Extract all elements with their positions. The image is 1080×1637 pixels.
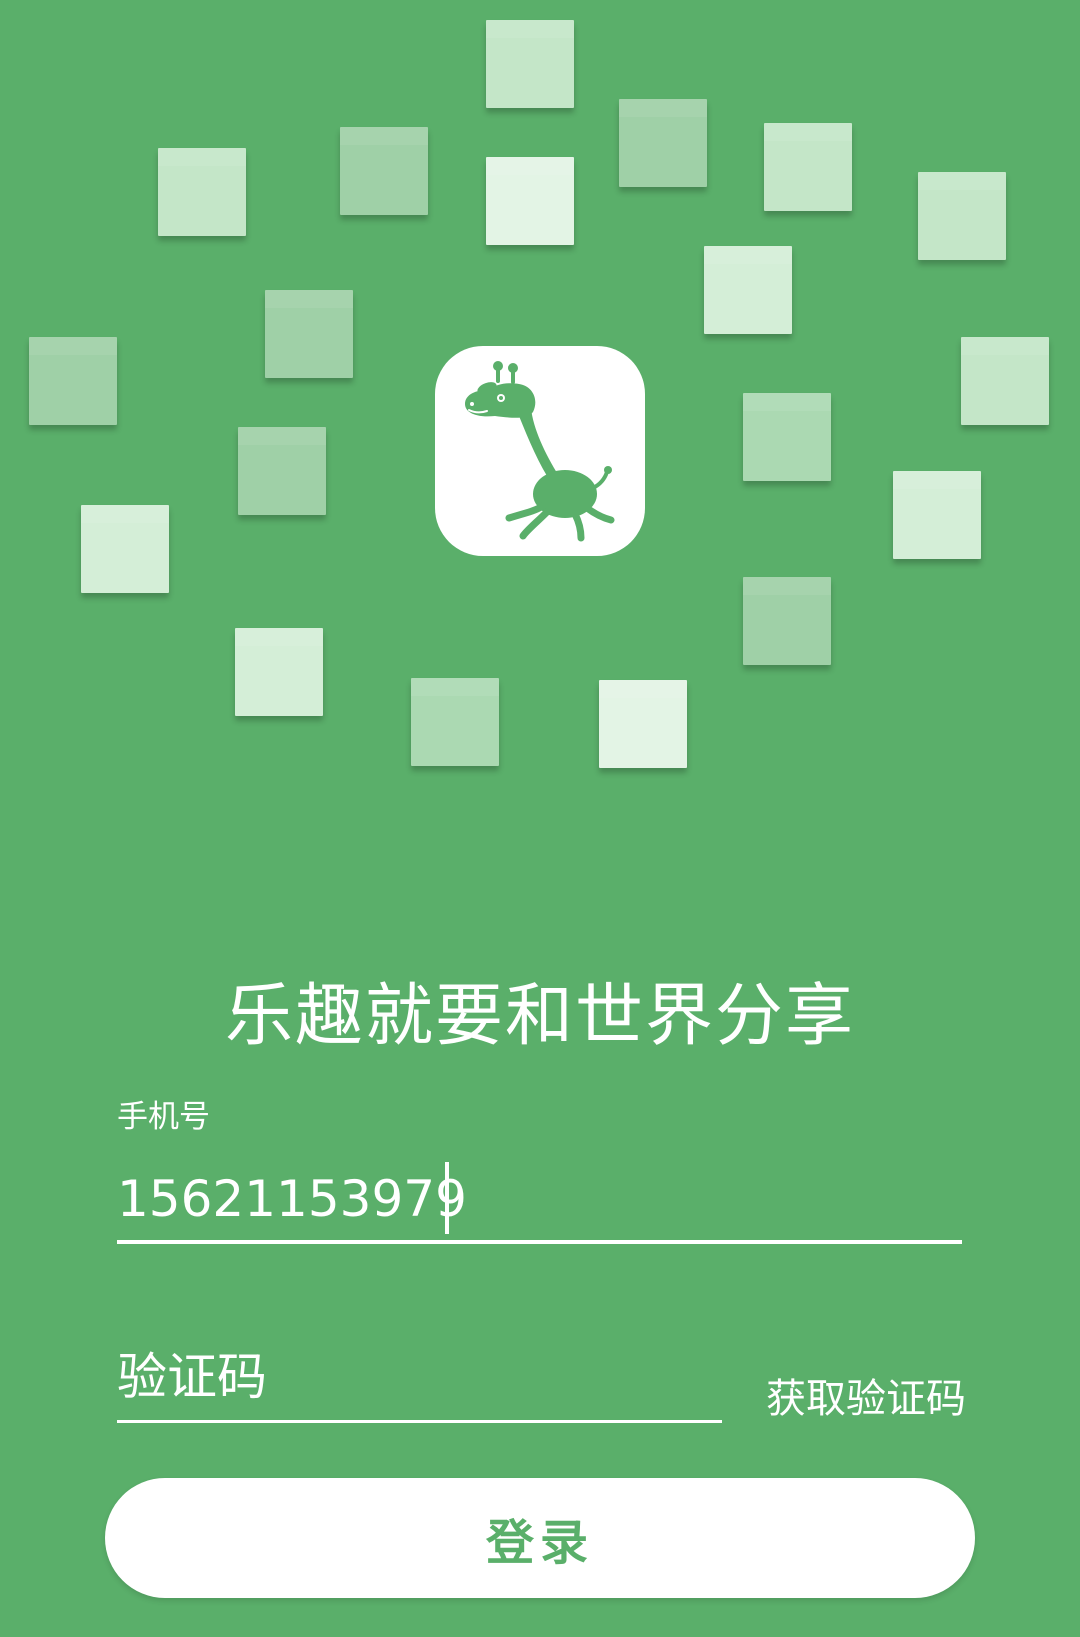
decor-tile bbox=[81, 505, 169, 593]
slogan: 乐趣就要和世界分享 bbox=[224, 977, 855, 1056]
decor-tile bbox=[486, 20, 574, 108]
verification-code-input[interactable] bbox=[117, 1335, 722, 1418]
phone-field[interactable] bbox=[117, 1160, 962, 1244]
decor-tile bbox=[158, 148, 246, 236]
decor-tile bbox=[486, 157, 574, 245]
decor-tile bbox=[764, 123, 852, 211]
decor-tile bbox=[704, 246, 792, 334]
decor-tile bbox=[743, 393, 831, 481]
decor-tile bbox=[961, 337, 1049, 425]
decor-tile bbox=[29, 337, 117, 425]
app-logo bbox=[435, 346, 645, 556]
phone-input[interactable] bbox=[117, 1160, 962, 1238]
decor-tile bbox=[599, 680, 687, 768]
decor-tile bbox=[235, 628, 323, 716]
phone-label: 手机号 bbox=[117, 1099, 210, 1135]
get-code-button[interactable]: 获取验证码 bbox=[766, 1374, 966, 1424]
decor-tile bbox=[918, 172, 1006, 260]
login-screen: 乐趣就要和世界分享 手机号 获取验证码 登录 bbox=[0, 0, 1080, 1637]
decor-tile bbox=[238, 427, 326, 515]
decor-tile bbox=[619, 99, 707, 187]
login-button[interactable]: 登录 bbox=[105, 1478, 975, 1598]
giraffe-icon bbox=[465, 361, 615, 542]
code-field[interactable] bbox=[117, 1335, 722, 1423]
text-cursor bbox=[445, 1162, 449, 1234]
decor-tile bbox=[340, 127, 428, 215]
decor-tile bbox=[893, 471, 981, 559]
decor-tile bbox=[411, 678, 499, 766]
decor-tile bbox=[743, 577, 831, 665]
decor-tile bbox=[265, 290, 353, 378]
